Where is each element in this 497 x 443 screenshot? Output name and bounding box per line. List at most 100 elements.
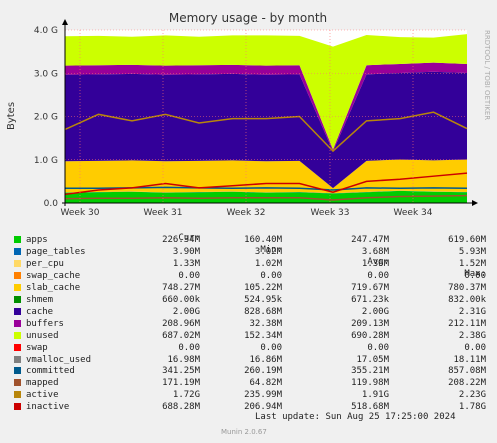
x-tick-label: Week 34 — [394, 208, 433, 218]
legend-cur: 226.34M — [162, 235, 200, 245]
legend-row-cache: cache 2.00G 828.68M 2.00G 2.31G — [0, 306, 497, 318]
legend-swatch — [14, 283, 21, 291]
legend-swatch — [14, 259, 21, 267]
legend-cur: 3.90M — [172, 246, 200, 257]
legend-max: 780.37M — [448, 282, 486, 293]
legend-swatch — [14, 391, 21, 399]
legend-swatch — [14, 403, 21, 411]
legend-name: swap_cache — [26, 270, 81, 281]
y-tick-label: 4.0 G — [34, 26, 58, 36]
munin-version: Munin 2.0.67 — [221, 428, 267, 436]
x-tick-label: Week 30 — [61, 208, 100, 218]
legend-max: 18.11M — [453, 354, 486, 365]
legend-avg: 3.68M — [361, 246, 389, 257]
legend-name: mapped — [26, 378, 59, 389]
legend-min: 828.68M — [244, 306, 282, 317]
legend-avg: 690.28M — [351, 330, 389, 341]
legend-swatch — [14, 295, 21, 303]
x-tick-labels: Week 30 Week 31 Week 32 Week 33 Week 34 — [61, 208, 433, 218]
legend-max: 2.38G — [458, 330, 486, 341]
legend-row-committed: committed 341.25M 260.19M 355.21M 857.08M — [0, 365, 497, 377]
legend-avg: 719.67M — [351, 282, 389, 293]
x-tick-label: Week 33 — [311, 208, 350, 218]
legend-max: 0.00 — [464, 342, 486, 353]
legend-cur: 687.02M — [162, 330, 200, 341]
legend-avg: 119.98M — [351, 378, 389, 389]
y-tick-label: 1.0 G — [34, 156, 58, 166]
legend-name: active — [26, 390, 59, 401]
legend-row-page_tables: page_tables 3.90M 3.02M 3.68M 5.93M — [0, 246, 497, 258]
legend-swatch — [14, 355, 21, 363]
legend-avg: 671.23k — [351, 294, 389, 305]
legend-cur: 208.96M — [162, 318, 200, 329]
legend-cur: 341.25M — [162, 366, 200, 377]
x-axis-arrow — [472, 200, 478, 206]
legend-avg: 1.91G — [361, 390, 389, 401]
legend-min: 32.38M — [249, 318, 282, 329]
legend-row-swap_cache: swap_cache 0.00 0.00 0.00 0.00 — [0, 270, 497, 282]
legend-avg: 1.36M — [361, 258, 389, 269]
legend-row-vmalloc_used: vmalloc_used 16.98M 16.86M 17.05M 18.11M — [0, 354, 497, 366]
legend-avg: 0.00 — [367, 270, 389, 281]
legend-max: 5.93M — [458, 246, 486, 257]
legend-min: 64.82M — [249, 378, 282, 389]
legend-row-buffers: buffers 208.96M 32.38M 209.13M 212.11M — [0, 318, 497, 330]
legend-cur: 2.00G — [172, 306, 200, 317]
legend-min: 0.00 — [260, 270, 282, 281]
legend-cur: 1.33M — [172, 258, 200, 269]
legend-swatch — [14, 236, 21, 243]
legend-max: 2.31G — [458, 306, 486, 317]
y-axis-label: Bytes — [6, 102, 17, 130]
legend-min: 1.02M — [254, 258, 282, 269]
legend-min: 160.40M — [244, 235, 282, 245]
legend-cur: 688.28M — [162, 402, 200, 413]
legend-min: 3.02M — [254, 246, 282, 257]
legend-avg: 247.47M — [351, 235, 389, 245]
legend-name: swap — [26, 342, 48, 353]
legend-avg: 209.13M — [351, 318, 389, 329]
legend-swatch — [14, 331, 21, 339]
legend-name: apps — [26, 235, 48, 245]
legend-name: committed — [26, 366, 75, 377]
legend-row-active: active 1.72G 235.99M 1.91G 2.23G — [0, 389, 497, 401]
legend-cur: 0.00 — [178, 342, 200, 353]
legend-row-apps: apps 226.34M 160.40M 247.47M 619.60M — [0, 234, 497, 246]
legend-row-shmem: shmem 660.00k 524.95k 671.23k 832.00k — [0, 294, 497, 306]
legend-cur: 748.27M — [162, 282, 200, 293]
legend-max: 832.00k — [448, 294, 486, 305]
legend-avg: 355.21M — [351, 366, 389, 377]
legend-name: inactive — [26, 402, 70, 413]
legend-name: slab_cache — [26, 282, 81, 293]
legend-min: 16.86M — [249, 354, 282, 365]
legend-avg: 2.00G — [361, 306, 389, 317]
legend-avg: 0.00 — [367, 342, 389, 353]
legend-cur: 1.72G — [172, 390, 200, 401]
legend-max: 208.22M — [448, 378, 486, 389]
last-update: Last update: Sun Aug 25 17:25:00 2024 — [255, 412, 456, 422]
legend-row-unused: unused 687.02M 152.34M 690.28M 2.38G — [0, 330, 497, 342]
legend-cur: 171.19M — [162, 378, 200, 389]
y-tick-label: 0.0 — [44, 199, 59, 209]
chart-title: Memory usage - by month — [169, 11, 327, 25]
legend-cur: 16.98M — [167, 354, 200, 365]
legend-row-swap: swap 0.00 0.00 0.00 0.00 — [0, 342, 497, 354]
legend-avg: 17.05M — [356, 354, 389, 365]
legend-row-slab_cache: slab_cache 748.27M 105.22M 719.67M 780.37M — [0, 282, 497, 294]
legend-min: 524.95k — [244, 294, 282, 305]
legend-cur: 660.00k — [162, 294, 200, 305]
legend-max: 1.52M — [458, 258, 486, 269]
legend-name: per_cpu — [26, 258, 64, 269]
legend-name: buffers — [26, 318, 64, 329]
y-tick-label: 3.0 G — [34, 69, 58, 79]
legend-min: 0.00 — [260, 342, 282, 353]
legend-swatch — [14, 379, 21, 387]
legend-max: 1.78G — [458, 402, 486, 413]
legend-min: 235.99M — [244, 390, 282, 401]
legend-min: 105.22M — [244, 282, 282, 293]
legend-swatch — [14, 271, 21, 279]
legend-max: 619.60M — [448, 235, 486, 245]
x-tick-label: Week 31 — [144, 208, 183, 218]
legend-max: 0.00 — [464, 270, 486, 281]
legend-name: cache — [26, 306, 54, 317]
legend-max: 857.08M — [448, 366, 486, 377]
